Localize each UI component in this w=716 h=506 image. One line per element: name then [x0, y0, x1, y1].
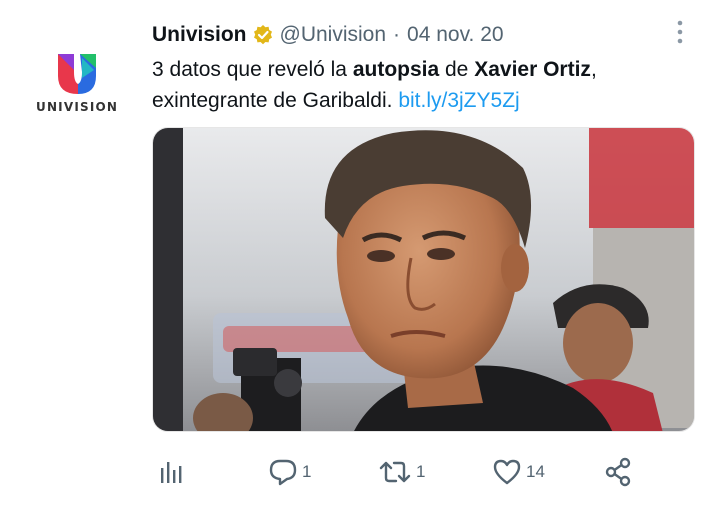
account-handle[interactable]: @Univision: [280, 23, 387, 47]
photo-man-portrait: [153, 128, 694, 431]
view-stats-button[interactable]: [158, 450, 188, 494]
tweet-header: Univision @Univision · 04 nov. 20: [152, 20, 504, 50]
account-avatar[interactable]: UNIVISION: [36, 48, 118, 120]
tweet-text-bold: autopsia: [352, 58, 440, 81]
reply-button[interactable]: 1: [268, 450, 311, 494]
like-count: 14: [526, 462, 545, 481]
like-icon: [493, 459, 521, 485]
retweet-icon: [379, 461, 411, 483]
univision-logo: [58, 54, 96, 94]
share-button[interactable]: [604, 450, 632, 494]
more-options-button[interactable]: [670, 18, 690, 46]
logo-wordmark: UNIVISION: [36, 100, 119, 114]
tweet-photo[interactable]: [152, 127, 695, 432]
tweet-text-part: 3 datos que reveló la: [152, 58, 353, 81]
tweet-text-part: exintegrante de Garibaldi.: [152, 89, 399, 112]
tweet-text: 3 datos que reveló la autopsia de Xavier…: [152, 54, 692, 116]
retweet-count: 1: [416, 462, 426, 481]
account-name[interactable]: Univision: [152, 23, 247, 47]
stats-icon: [161, 462, 182, 483]
tweet-text-part: de: [439, 58, 475, 81]
separator-dot: ·: [393, 23, 401, 46]
reply-icon: [269, 459, 297, 486]
reply-count: 1: [302, 462, 312, 481]
more-icon: [677, 20, 683, 44]
share-icon: [605, 457, 631, 487]
tweet-link[interactable]: bit.ly/3jZY5Zj: [398, 89, 519, 112]
verified-icon: [252, 24, 274, 46]
like-button[interactable]: 14: [492, 450, 545, 494]
tweet-actions: 1 1 14: [152, 450, 692, 494]
retweet-button[interactable]: 1: [378, 450, 425, 494]
tweet-text-part: ,: [590, 58, 597, 81]
tweet-text-bold: Xavier Ortiz: [474, 58, 591, 81]
tweet-date[interactable]: 04 nov. 20: [407, 23, 504, 47]
